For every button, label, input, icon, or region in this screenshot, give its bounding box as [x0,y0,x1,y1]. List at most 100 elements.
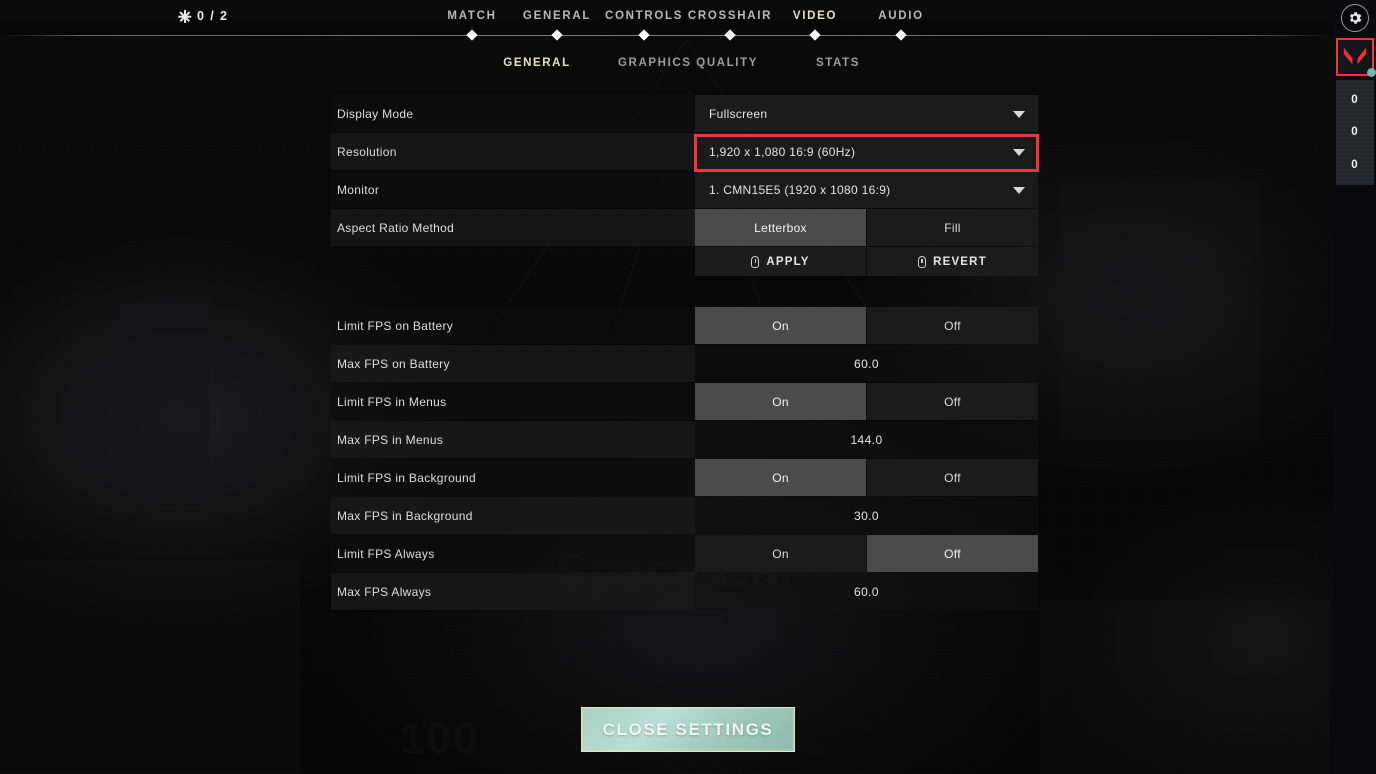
apply-button[interactable]: APPLY [695,247,866,276]
resolution-label: Resolution [337,144,397,159]
setting-value-cell: 1. CMN15E5 (1920 x 1080 16:9) [695,171,1038,208]
setting-row-max-fps-battery: Max FPS on Battery 60.0 [331,345,1038,382]
monitor-dropdown[interactable]: 1. CMN15E5 (1920 x 1080 16:9) [695,171,1038,208]
setting-value-cell: On Off [695,459,1038,496]
background-ghost-text: 100 [400,714,480,763]
limit-fps-battery-on[interactable]: On [695,307,866,344]
aspect-ratio-option-fill[interactable]: Fill [867,209,1038,246]
setting-value-cell: 60.0 [695,345,1038,382]
chevron-down-icon [1013,110,1025,118]
close-settings-button[interactable]: CLOSE SETTINGS [581,707,795,752]
aspect-ratio-option-letterbox[interactable]: Letterbox [695,209,866,246]
limit-fps-always-off[interactable]: Off [867,535,1038,572]
limit-fps-battery-label: Limit FPS on Battery [337,318,454,333]
setting-value-cell: 30.0 [695,497,1038,534]
settings-subtab-list: GENERAL GRAPHICS QUALITY STATS [0,57,1333,77]
tab-controls[interactable]: CONTROLS [605,10,683,22]
background-shape [1060,180,1260,440]
resolution-dropdown[interactable]: 1,920 x 1,080 16:9 (60Hz) [695,133,1038,170]
setting-value-cell: On Off [695,383,1038,420]
valorant-settings-screen: Space Bar 100 0 / 2 MATCH GENERAL CONTRO… [0,0,1376,774]
background-shape [1040,600,1330,774]
aspect-ratio-label: Aspect Ratio Method [337,220,455,235]
limit-fps-always-label: Limit FPS Always [337,546,435,561]
max-fps-always-value[interactable]: 60.0 [695,573,1038,610]
limit-fps-background-on[interactable]: On [695,459,866,496]
max-fps-always-label: Max FPS Always [337,584,432,599]
max-fps-battery-label: Max FPS on Battery [337,356,450,371]
max-fps-battery-value[interactable]: 60.0 [695,345,1038,382]
sidebar-counter-panel: 0 0 0 [1335,80,1374,185]
monitor-label: Monitor [337,182,380,197]
subtab-general[interactable]: GENERAL [503,57,570,69]
tab-crosshair[interactable]: CROSSHAIR [688,10,772,22]
video-settings-panel: Display Mode Fullscreen Resolution 1,920… [331,95,1038,611]
max-fps-menus-label: Max FPS in Menus [337,432,444,447]
setting-label-cell: Aspect Ratio Method [331,209,695,246]
setting-row-limit-fps-background: Limit FPS in Background On Off [331,459,1038,496]
setting-row-limit-fps-always: Limit FPS Always On Off [331,535,1038,572]
setting-row-limit-fps-battery: Limit FPS on Battery On Off [331,307,1038,344]
max-fps-background-label: Max FPS in Background [337,508,473,523]
revert-button[interactable]: REVERT [867,247,1038,276]
setting-value-cell: Letterbox Fill [695,209,1038,246]
setting-row-resolution: Resolution 1,920 x 1,080 16:9 (60Hz) [331,133,1038,170]
limit-fps-menus-off[interactable]: Off [867,383,1038,420]
setting-label-cell: Max FPS on Battery [331,345,695,382]
tab-general[interactable]: GENERAL [523,10,591,22]
close-settings-label: CLOSE SETTINGS [602,719,774,739]
limit-fps-background-off[interactable]: Off [867,459,1038,496]
sidebar-counter-value: 0 [1351,126,1358,139]
limit-fps-menus-on[interactable]: On [695,383,866,420]
setting-row-monitor: Monitor 1. CMN15E5 (1920 x 1080 16:9) [331,171,1038,208]
setting-row-display-mode: Display Mode Fullscreen [331,95,1038,132]
setting-value-cell: 60.0 [695,573,1038,610]
setting-value-cell: 1,920 x 1,080 16:9 (60Hz) [695,133,1038,170]
key-icon [751,255,760,268]
max-fps-background-value[interactable]: 30.0 [695,497,1038,534]
setting-label-cell: Resolution [331,133,695,170]
sidebar-counter-value: 0 [1351,158,1358,171]
right-sidebar: 0 0 0 [1333,0,1376,774]
display-mode-value: Fullscreen [709,106,768,121]
display-mode-dropdown[interactable]: Fullscreen [695,95,1038,132]
background-shape [120,300,210,490]
setting-label-cell: Display Mode [331,95,695,132]
setting-value-cell: On Off [695,307,1038,344]
status-badge [1366,68,1376,77]
setting-row-max-fps-menus: Max FPS in Menus 144.0 [331,421,1038,458]
setting-row-limit-fps-menus: Limit FPS in Menus On Off [331,383,1038,420]
setting-value-cell: On Off [695,535,1038,572]
max-fps-menus-value[interactable]: 144.0 [695,421,1038,458]
chevron-down-icon [1013,186,1025,194]
gear-icon[interactable] [1340,4,1369,32]
subtab-graphics-quality[interactable]: GRAPHICS QUALITY [618,57,758,69]
tab-video[interactable]: VIDEO [793,10,837,22]
setting-label-cell: Limit FPS in Menus [331,383,695,420]
setting-value-cell: Fullscreen [695,95,1038,132]
valorant-logo-icon[interactable] [1335,38,1376,77]
tab-audio[interactable]: AUDIO [878,10,924,22]
tab-match[interactable]: MATCH [447,10,496,22]
revert-button-label: REVERT [933,255,987,268]
limit-fps-background-label: Limit FPS in Background [337,470,476,485]
chevron-down-icon [1013,148,1025,156]
settings-tab-list: MATCH GENERAL CONTROLS CROSSHAIR VIDEO A… [0,0,1333,41]
limit-fps-always-on[interactable]: On [695,535,866,572]
setting-label-cell: Limit FPS Always [331,535,695,572]
setting-value-cell: APPLY REVERT [695,247,1038,276]
setting-row-aspect-ratio: Aspect Ratio Method Letterbox Fill [331,209,1038,246]
setting-label-cell: Max FPS in Background [331,497,695,534]
setting-label-cell: Limit FPS on Battery [331,307,695,344]
subtab-stats[interactable]: STATS [816,57,860,69]
monitor-value: 1. CMN15E5 (1920 x 1080 16:9) [709,182,891,197]
setting-label-cell: Monitor [331,171,695,208]
setting-label-cell [331,247,695,276]
setting-label-cell: Limit FPS in Background [331,459,695,496]
sidebar-counter-value: 0 [1351,94,1358,107]
setting-row-actions: APPLY REVERT [331,247,1038,276]
apply-button-label: APPLY [766,255,810,268]
limit-fps-menus-label: Limit FPS in Menus [337,394,447,409]
setting-row-max-fps-always: Max FPS Always 60.0 [331,573,1038,610]
limit-fps-battery-off[interactable]: Off [867,307,1038,344]
